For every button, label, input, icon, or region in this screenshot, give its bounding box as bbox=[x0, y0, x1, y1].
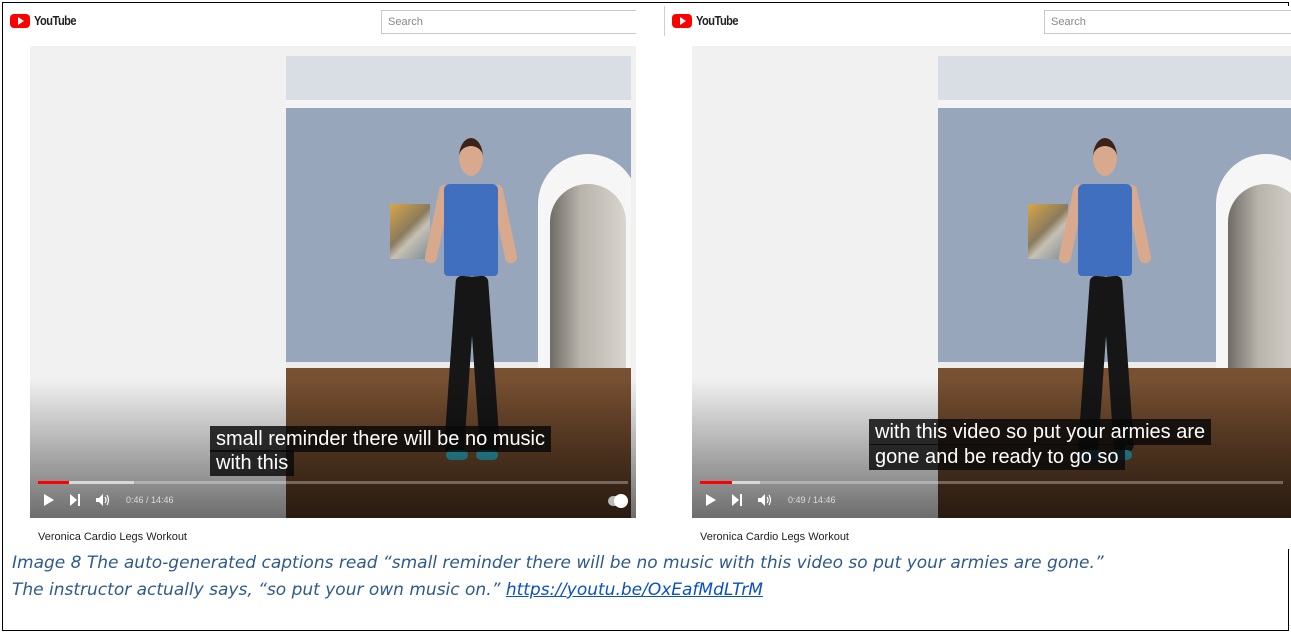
panel-divider bbox=[664, 6, 665, 36]
crown-molding bbox=[286, 100, 631, 108]
arched-doorway bbox=[538, 154, 631, 368]
progress-played bbox=[700, 481, 733, 484]
video-title[interactable]: Veronica Cardio Legs Workout bbox=[38, 531, 187, 543]
youtube-screenshot-right: YouTube Search with this video so put yo… bbox=[672, 6, 1291, 549]
instructor-tank-top bbox=[444, 184, 498, 276]
wall-painting bbox=[390, 204, 430, 259]
top-bar: YouTube Search bbox=[672, 6, 1291, 36]
volume-icon[interactable] bbox=[96, 494, 110, 506]
player-controls: 0:46 / 14:46 bbox=[44, 490, 174, 510]
arched-doorway bbox=[1216, 154, 1291, 368]
ceiling bbox=[938, 56, 1291, 104]
video-link[interactable]: https://youtu.be/OxEafMdLTrM bbox=[506, 580, 763, 600]
instructor-head bbox=[1093, 138, 1117, 176]
instructor-head bbox=[459, 138, 483, 176]
figure-caption-line-1: Image 8 The auto-generated captions read… bbox=[12, 553, 1104, 573]
figure-caption: Image 8 The auto-generated captions read… bbox=[12, 550, 1262, 604]
progress-bar[interactable] bbox=[700, 481, 1283, 484]
progress-bar[interactable] bbox=[38, 481, 628, 484]
next-icon[interactable] bbox=[70, 494, 80, 506]
video-player[interactable]: small reminder there will be no music wi… bbox=[30, 46, 636, 518]
ceiling bbox=[286, 56, 631, 104]
youtube-wordmark: YouTube bbox=[34, 13, 77, 28]
time-display: 0:49 / 14:46 bbox=[788, 495, 836, 505]
youtube-logo-icon bbox=[672, 13, 692, 28]
crown-molding bbox=[938, 100, 1291, 108]
closed-caption-line-2: gone and be ready to go so bbox=[869, 444, 1125, 470]
search-input[interactable]: Search bbox=[1044, 10, 1291, 34]
figure-caption-quote: The instructor actually says, “so put yo… bbox=[12, 580, 506, 600]
instructor-tank-top bbox=[1078, 184, 1132, 276]
video-title[interactable]: Veronica Cardio Legs Workout bbox=[700, 531, 849, 543]
next-icon[interactable] bbox=[732, 494, 742, 506]
youtube-logo[interactable]: YouTube bbox=[10, 13, 83, 28]
youtube-logo[interactable]: YouTube bbox=[672, 13, 745, 28]
youtube-screenshot-left: YouTube Search small reminder there will… bbox=[10, 6, 636, 549]
top-bar: YouTube Search bbox=[10, 6, 636, 36]
search-input[interactable]: Search bbox=[381, 10, 636, 34]
video-player[interactable]: with this video so put your armies are g… bbox=[692, 46, 1291, 518]
autoplay-toggle-icon[interactable] bbox=[608, 494, 628, 508]
play-icon[interactable] bbox=[44, 494, 54, 506]
closed-caption-line-1: small reminder there will be no music bbox=[210, 426, 552, 452]
closed-caption-line-2: with this bbox=[210, 450, 295, 476]
figure-caption-line-2: The instructor actually says, “so put yo… bbox=[12, 577, 1262, 604]
closed-caption-line-1: with this video so put your armies are bbox=[869, 419, 1212, 445]
progress-played bbox=[38, 481, 69, 484]
player-controls: 0:49 / 14:46 bbox=[706, 490, 836, 510]
time-display: 0:46 / 14:46 bbox=[126, 495, 174, 505]
youtube-wordmark: YouTube bbox=[696, 13, 739, 28]
play-icon[interactable] bbox=[706, 494, 716, 506]
volume-icon[interactable] bbox=[758, 494, 772, 506]
youtube-logo-icon bbox=[10, 13, 30, 28]
